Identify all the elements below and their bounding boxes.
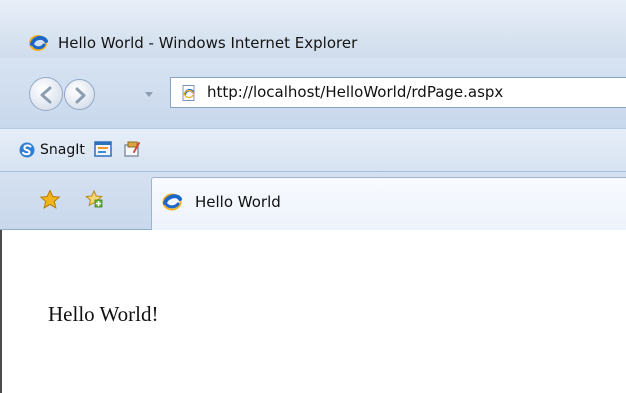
address-bar[interactable]: http://localhost/HelloWorld/rdPage.aspx: [170, 77, 626, 108]
content-left-border: [0, 230, 2, 393]
back-arrow-icon: [40, 86, 52, 104]
tab-label: Hello World: [195, 193, 281, 211]
page-content: Hello World!: [0, 230, 626, 393]
add-favorites-icon: [85, 189, 103, 208]
chevron-down-icon: [145, 92, 153, 97]
back-button[interactable]: [29, 77, 63, 111]
favorites-center-button[interactable]: [38, 188, 62, 212]
address-url: http://localhost/HelloWorld/rdPage.aspx: [207, 83, 504, 101]
forward-button[interactable]: [64, 79, 95, 110]
window-title: Hello World - Windows Internet Explorer: [58, 34, 358, 52]
page-icon: [180, 84, 198, 102]
edit-icon[interactable]: [122, 139, 142, 159]
hello-world-text: Hello World!: [48, 302, 159, 326]
capture-icon[interactable]: [93, 139, 113, 159]
title-bar: Hello World - Windows Internet Explorer: [0, 0, 626, 58]
recent-pages-dropdown[interactable]: [140, 80, 158, 108]
tab-hello-world[interactable]: Hello World: [151, 177, 626, 230]
ie-icon: [29, 34, 49, 52]
snagit-icon: [18, 141, 36, 159]
forward-arrow-icon: [75, 87, 86, 104]
tab-ie-icon: [162, 192, 184, 212]
links-toolbar: SnagIt: [0, 128, 626, 172]
snagit-label: SnagIt: [40, 142, 85, 158]
star-icon: [39, 189, 61, 209]
add-to-favorites-button[interactable]: [82, 188, 106, 212]
ie-window: Hello World - Windows Internet Explorer …: [0, 0, 626, 393]
snagit-button[interactable]: SnagIt: [18, 137, 86, 161]
